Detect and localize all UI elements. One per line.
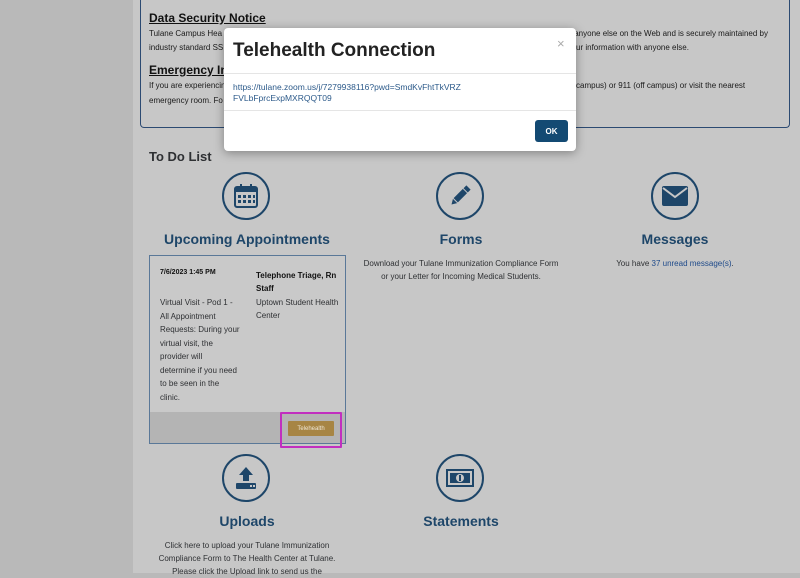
todo-title: To Do List [149,149,212,164]
messages-description: You have 37 unread message(s). [576,257,774,270]
forms-description: Download your Tulane Immunization Compli… [363,259,559,281]
pencil-icon [451,185,471,205]
data-security-heading: Data Security Notice [149,11,266,25]
messages-icon-circle[interactable] [651,172,699,220]
security-text-right-1: y anyone else on the Web and is securely… [568,29,768,38]
unread-messages-link[interactable]: 37 unread message(s) [652,259,732,268]
appointment-type: Telephone Triage, Rn Staff [256,271,337,293]
emergency-heading: Emergency Ins [149,63,235,77]
appointments-title[interactable]: Upcoming Appointments [148,231,346,247]
zoom-meeting-link[interactable]: https://tulane.zoom.us/j/7279938116?pwd=… [233,82,463,104]
upload-icon [236,467,256,489]
appointment-location: Uptown Student Health Center [256,298,339,320]
messages-text-suffix: . [731,259,734,268]
messages-text-prefix: You have [616,259,652,268]
telehealth-button[interactable]: Telehealth [288,421,334,436]
uploads-text-line-1: Click here to upload your Tulane Immuniz… [164,541,330,550]
uploads-text-line-2: Compliance Form to The Health Center at … [158,554,336,563]
security-text-left-1: Tulane Campus Hea [149,29,223,38]
uploads-description: Click here to upload your Tulane Immuniz… [138,539,356,578]
calendar-icon [234,184,258,208]
uploads-icon-circle[interactable] [222,454,270,502]
modal-header-divider [224,73,576,74]
telehealth-modal: Telehealth Connection × https://tulane.z… [224,28,576,151]
emergency-text-right-1: campus) or 911 (off campus) or visit the… [576,81,746,90]
appointment-description: Virtual Visit - Pod 1 - All Appointment … [160,298,240,402]
uploads-title[interactable]: Uploads [148,513,346,529]
appointments-icon-circle[interactable] [222,172,270,220]
ok-button[interactable]: OK [535,120,568,142]
statements-icon-circle[interactable] [436,454,484,502]
modal-title: Telehealth Connection [233,40,436,61]
money-icon [446,469,474,487]
security-text-left-2: industry standard SS [149,43,224,52]
modal-footer-divider [224,110,576,111]
messages-title[interactable]: Messages [576,231,774,247]
uploads-text-line-3: Please click the Upload link to send us … [172,567,322,576]
envelope-icon [662,186,688,206]
emergency-text-left-1: If you are experiencin [149,81,226,90]
security-text-right-2: ur information with anyone else. [576,43,689,52]
forms-title[interactable]: Forms [362,231,560,247]
close-icon[interactable]: × [557,37,565,50]
forms-icon-circle[interactable] [436,172,484,220]
appointment-date: 7/6/2023 1:45 PM [160,269,216,276]
emergency-text-left-2: emergency room. Fo [149,96,223,105]
statements-title[interactable]: Statements [362,513,560,529]
